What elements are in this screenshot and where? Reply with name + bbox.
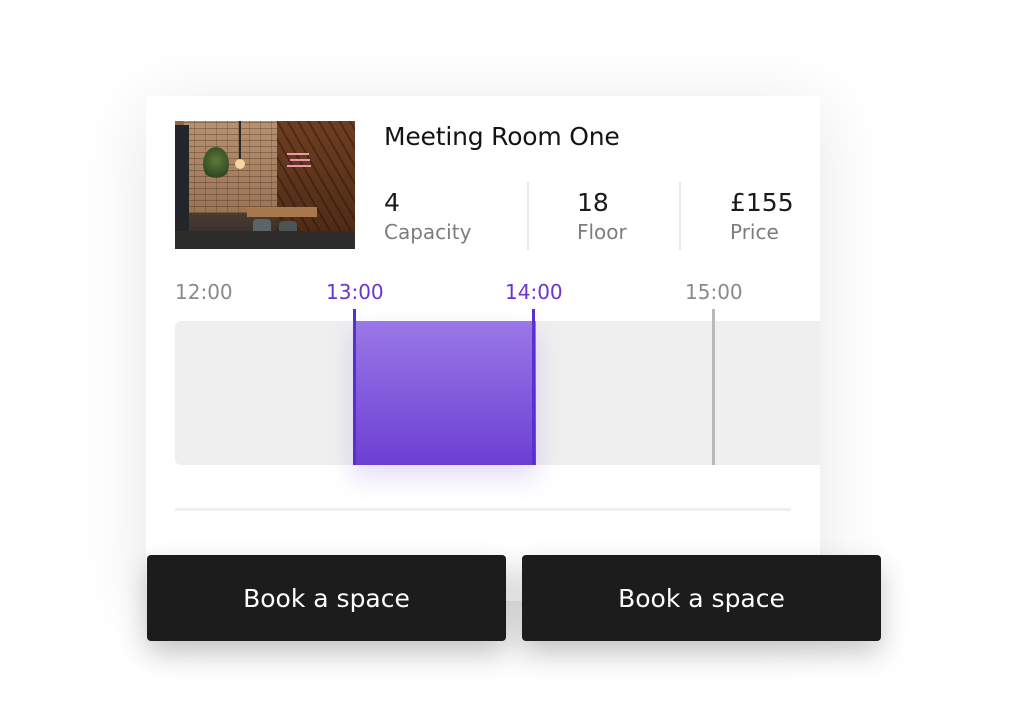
floor-stat: 18 Floor: [577, 188, 627, 246]
floor-label: Floor: [577, 220, 627, 244]
tick-label-1500: 15:00: [685, 280, 743, 304]
slot-end-handle[interactable]: [532, 309, 535, 465]
lamp-graphic: [235, 121, 245, 169]
window-graphic: [175, 125, 189, 235]
capacity-value: 4: [384, 188, 400, 217]
capacity-label: Capacity: [384, 220, 472, 244]
book-space-button-secondary[interactable]: Book a space: [522, 555, 881, 641]
table-graphic: [247, 207, 317, 217]
stat-divider: [527, 182, 529, 250]
tick-label-1200: 12:00: [175, 280, 233, 304]
room-card: Meeting Room One 4 Capacity 18 Floor £15…: [146, 96, 820, 601]
price-value: £155: [730, 188, 794, 217]
floor-graphic: [175, 231, 355, 249]
price-label: Price: [730, 220, 779, 244]
neon-sign-graphic: [287, 151, 313, 173]
tick-label-1400: 14:00: [505, 280, 563, 304]
plant-graphic: [203, 147, 229, 181]
capacity-stat: 4 Capacity: [384, 188, 471, 246]
floor-value: 18: [577, 188, 609, 217]
stat-divider: [679, 182, 681, 250]
time-marker-1500: [712, 309, 715, 465]
brick-wall-graphic: [183, 121, 279, 213]
book-space-button[interactable]: Book a space: [147, 555, 506, 641]
tick-label-1300: 13:00: [326, 280, 384, 304]
section-divider: [175, 508, 791, 511]
room-title: Meeting Room One: [384, 122, 620, 151]
room-photo: [175, 121, 355, 249]
selected-time-slot[interactable]: [353, 321, 536, 465]
slot-start-handle[interactable]: [353, 309, 356, 465]
booking-stage: Meeting Room One 4 Capacity 18 Floor £15…: [0, 0, 1024, 717]
price-stat: £155 Price: [730, 188, 794, 246]
